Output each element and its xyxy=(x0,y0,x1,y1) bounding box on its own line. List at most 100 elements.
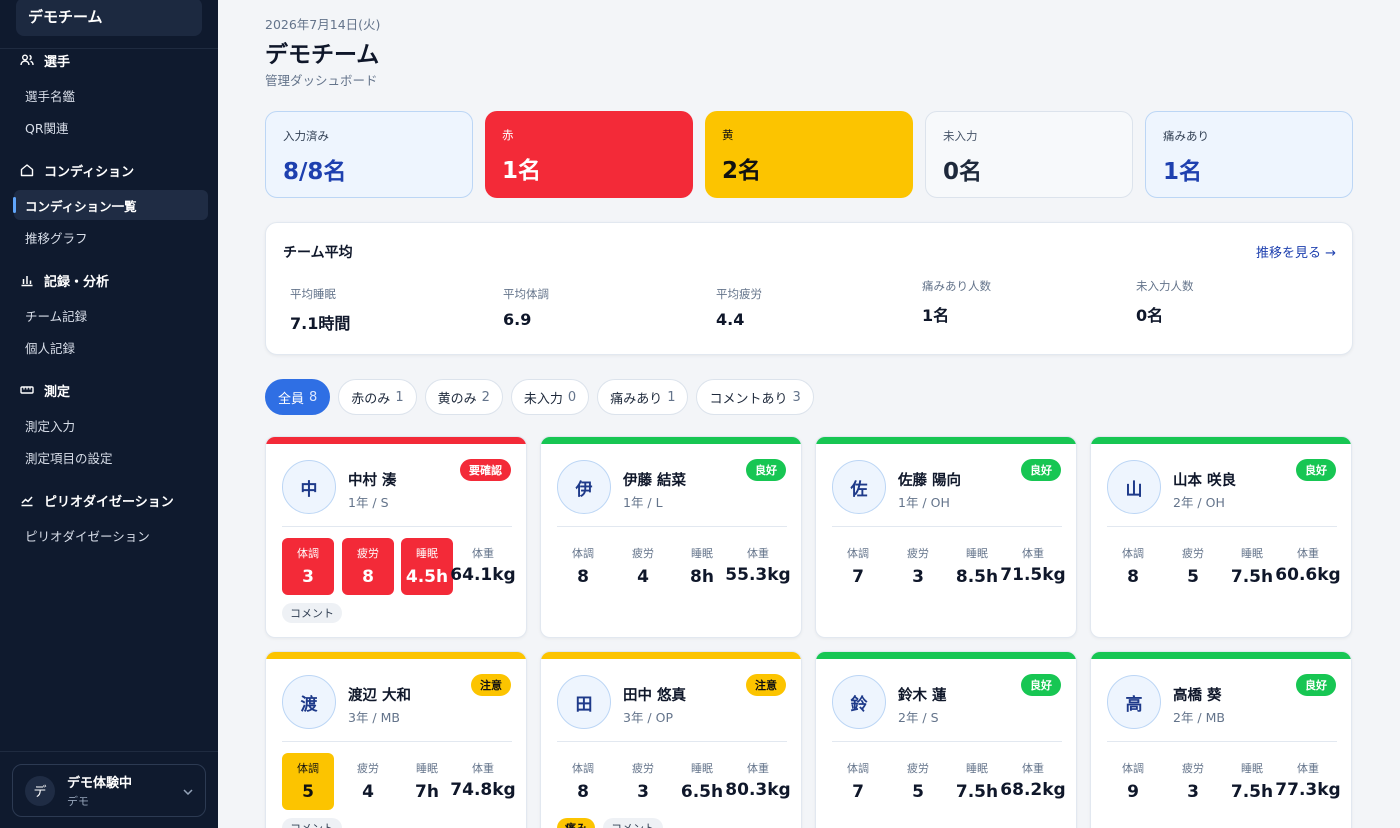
card-divider xyxy=(282,526,512,527)
stat-label: 未入力 xyxy=(943,129,978,143)
player-card[interactable]: 中中村 湊 1年 / S 要確認 体調 3 疲労 8 睡眠 4.5h 体重 64.1kg コメント xyxy=(265,436,527,638)
filter-yellow[interactable]: 黄のみ 2 xyxy=(424,379,503,415)
status-badge: 良好 xyxy=(1021,459,1061,481)
metric-value: 8h xyxy=(690,567,714,587)
sidebar-item-player-directory[interactable]: 選手名鑑 xyxy=(14,80,208,110)
filter-count: 1 xyxy=(395,389,404,405)
metric-value: 3 xyxy=(1187,782,1199,802)
stat-card-yellow[interactable]: 黄 2名 xyxy=(705,111,913,198)
avg-value: 0名 xyxy=(1136,306,1164,325)
metric-condition: 体調 7 xyxy=(832,753,884,810)
sidebar-item-team-records[interactable]: チーム記録 xyxy=(14,300,208,330)
status-bar xyxy=(266,652,526,659)
stat-card-pain[interactable]: 痛みあり 1名 xyxy=(1145,111,1353,198)
player-card[interactable]: 渡渡辺 大和 3年 / MB 注意体調 5 疲労 4 睡眠 7h 体重 74.8kg コメント xyxy=(265,651,527,828)
filter-count: 0 xyxy=(567,389,577,405)
metric-label: 体調 xyxy=(297,762,319,775)
player-card[interactable]: 山山本 咲良 2年 / OH 良好 体調 8 疲労 5 睡眠 7.5h 体重 60.6kg xyxy=(1090,436,1352,638)
player-name: 中村 湊 xyxy=(348,473,397,489)
metric-value: 9 xyxy=(1127,782,1139,802)
metric-weight: 体重 80.3kg xyxy=(723,753,793,800)
team-name[interactable]: デモチーム xyxy=(16,0,202,36)
player-card[interactable]: 伊伊藤 結菜 1年 / L 良好 体調 8 疲労 4 睡眠 8h 体重 55.3kg xyxy=(540,436,802,638)
player-meta: 2年 / OH xyxy=(1173,495,1225,510)
metric-value: 3 xyxy=(302,567,314,587)
filter-count: 3 xyxy=(792,389,801,405)
filter-not-entered[interactable]: 未入力 0 xyxy=(510,379,590,415)
avg-sleep: 平均睡眠 7.1時間 xyxy=(290,286,350,334)
nav-section-label: ピリオダイゼーション xyxy=(44,494,174,510)
stat-card-not-entered[interactable]: 未入力 0名 xyxy=(925,111,1133,198)
status-bar xyxy=(541,652,801,659)
status-badge: 注意 xyxy=(471,674,511,696)
sidebar-item-qr[interactable]: QR関連 xyxy=(14,112,208,142)
sidebar-item-condition-list[interactable]: コンディション一覧 xyxy=(13,190,208,220)
status-badge: 良好 xyxy=(1296,674,1336,696)
page-date: 2026年7月14日(火) xyxy=(265,17,381,32)
filter-label: 黄のみ xyxy=(437,391,477,407)
sidebar-item-measurement-settings[interactable]: 測定項目の設定 xyxy=(14,442,208,472)
metric-label: 睡眠 xyxy=(1241,762,1263,775)
stat-card-entered[interactable]: 入力済み 8/8名 xyxy=(265,111,473,198)
sidebar-item-trend-graph[interactable]: 推移グラフ xyxy=(14,222,208,252)
metric-label: 体調 xyxy=(847,762,869,775)
metric-fatigue: 疲労 8 xyxy=(342,538,394,595)
status-bar xyxy=(541,437,801,444)
stat-card-red[interactable]: 赤 1名 xyxy=(485,111,693,198)
nav-section-records: 記録・分析 xyxy=(0,268,218,292)
metric-weight: 体重 64.1kg xyxy=(448,538,518,585)
avg-value: 7.1時間 xyxy=(290,314,351,333)
filter-pain[interactable]: 痛みあり 1 xyxy=(597,379,689,415)
metric-fatigue: 疲労 3 xyxy=(617,753,669,810)
metric-label: 体重 xyxy=(472,547,494,560)
sidebar-item-personal-records[interactable]: 個人記録 xyxy=(14,332,208,362)
filter-red[interactable]: 赤のみ 1 xyxy=(338,379,417,415)
nav-section-condition: コンディション xyxy=(0,158,218,182)
status-bar xyxy=(1091,652,1351,659)
avg-value: 4.4 xyxy=(716,310,745,329)
card-tag: コメント xyxy=(282,818,342,828)
stat-label: 黄 xyxy=(722,128,734,142)
player-meta: 2年 / MB xyxy=(1173,710,1225,725)
player-card[interactable]: 田田中 悠真 3年 / OP 注意体調 8 疲労 3 睡眠 6.5h 体重 80.3kg 痛みコメン… xyxy=(540,651,802,828)
metric-label: 睡眠 xyxy=(416,762,438,775)
metric-label: 疲労 xyxy=(907,762,929,775)
metric-label: 疲労 xyxy=(1182,547,1204,560)
player-name: 渡辺 大和 xyxy=(348,688,412,704)
metric-label: 睡眠 xyxy=(1241,547,1263,560)
metric-label: 疲労 xyxy=(1182,762,1204,775)
player-name: 山本 咲良 xyxy=(1173,473,1237,489)
player-meta: 1年 / OH xyxy=(898,495,950,510)
avg-condition: 平均体調 6.9 xyxy=(503,286,549,329)
status-bar xyxy=(816,437,1076,444)
filter-all[interactable]: 全員 8 xyxy=(265,379,331,415)
avg-value: 6.9 xyxy=(503,310,532,329)
player-card[interactable]: 佐佐藤 陽向 1年 / OH 良好 体調 7 疲労 3 睡眠 8.5h 体重 71.5kg xyxy=(815,436,1077,638)
metric-label: 体調 xyxy=(572,762,594,775)
stat-value: 8/8名 xyxy=(283,159,347,185)
sidebar-item-measurement-input[interactable]: 測定入力 xyxy=(14,410,208,440)
metric-weight: 体重 60.6kg xyxy=(1273,538,1343,585)
player-avatar: 山 xyxy=(1107,460,1161,514)
metric-value: 4.5h xyxy=(405,567,449,587)
user-menu[interactable]: デ デモ体験中 デモ xyxy=(12,764,206,817)
page-title: デモチーム xyxy=(265,42,380,68)
player-meta: 2年 / S xyxy=(898,710,939,725)
metric-value: 60.6kg xyxy=(1275,565,1341,585)
filter-comment[interactable]: コメントあり 3 xyxy=(696,379,814,415)
metric-weight: 体重 71.5kg xyxy=(998,538,1068,585)
nav-section-label: 記録・分析 xyxy=(44,274,110,290)
metric-value: 7.5h xyxy=(1230,782,1274,802)
nav-section-label: コンディション xyxy=(44,164,135,180)
view-trend-link[interactable]: 推移を見る → xyxy=(1256,242,1336,261)
player-card[interactable]: 高高橋 葵 2年 / MB 良好 体調 9 疲労 3 睡眠 7.5h 体重 77.3kg xyxy=(1090,651,1352,828)
stat-value: 2名 xyxy=(722,158,762,184)
sidebar-item-periodization[interactable]: ピリオダイゼーション xyxy=(14,520,208,550)
filter-label: 赤のみ xyxy=(351,391,391,407)
player-card[interactable]: 鈴鈴木 蓮 2年 / S 良好 体調 7 疲労 5 睡眠 7.5h 体重 68.2kg xyxy=(815,651,1077,828)
user-name: デモ体験中 xyxy=(67,776,133,791)
metric-label: 疲労 xyxy=(357,762,379,775)
metric-value: 8 xyxy=(577,782,589,802)
metric-value: 77.3kg xyxy=(1275,780,1341,800)
metric-sleep: 睡眠 6.5h xyxy=(676,753,728,810)
